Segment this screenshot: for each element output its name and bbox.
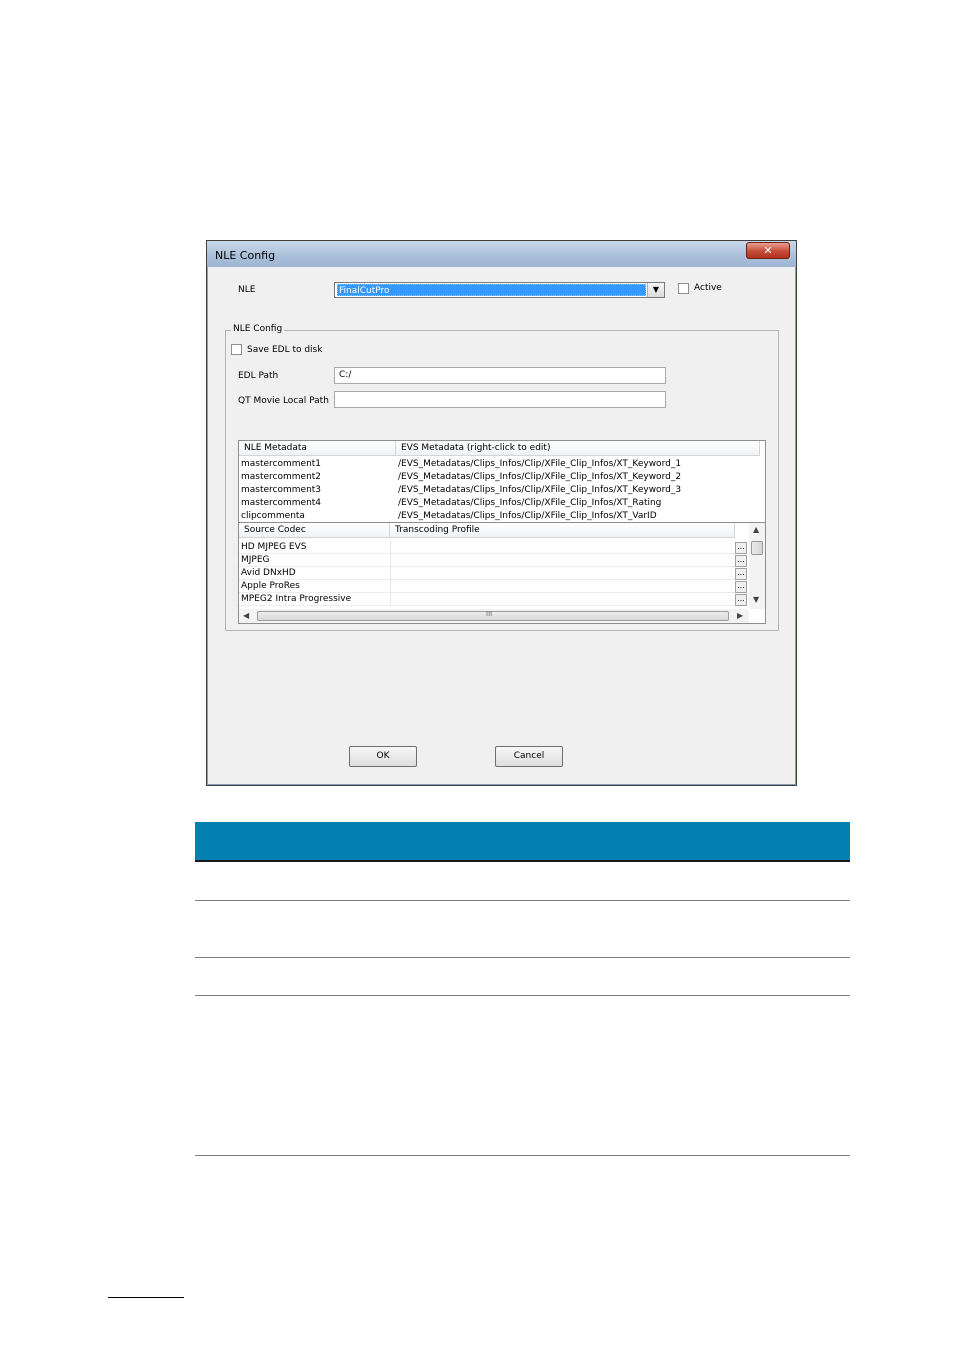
metadata-grid[interactable]: NLE Metadata EVS Metadata (right-click t… [238, 440, 766, 523]
edit-profile-button[interactable]: ... [735, 555, 747, 567]
source-codec-cell: MPEG2 Intra Progressive [241, 594, 352, 604]
nle-label: NLE [238, 285, 256, 295]
nle-metadata-cell: mastercomment1 [241, 459, 322, 469]
evs-metadata-cell: /EVS_Metadatas/Clips_Infos/Clip/XFile_Cl… [398, 498, 662, 508]
qt-path-input[interactable] [334, 391, 666, 408]
evs-metadata-cell: /EVS_Metadatas/Clips_Infos/Clip/XFile_Cl… [398, 485, 682, 495]
window-title: NLE Config [215, 249, 276, 262]
scroll-thumb[interactable] [751, 541, 763, 555]
table-row[interactable]: MJPEG [239, 554, 735, 567]
source-codec-cell: HD MJPEG EVS [241, 542, 307, 552]
scroll-left-icon[interactable]: ◀ [243, 611, 249, 620]
table-row-divider [195, 995, 850, 996]
edl-path-input[interactable]: C:/ [334, 367, 666, 384]
save-edl-label: Save EDL to disk [247, 345, 323, 355]
edit-profile-button[interactable]: ... [735, 594, 747, 606]
table-row-divider [195, 957, 850, 958]
footer-rule [108, 1297, 184, 1298]
edit-profile-button[interactable]: ... [735, 542, 747, 554]
table-header-divider [195, 860, 850, 862]
nle-metadata-cell: mastercomment2 [241, 472, 322, 482]
title-bar[interactable] [207, 241, 796, 267]
source-codec-cell: MJPEG [241, 555, 270, 565]
close-icon: ✕ [763, 244, 773, 257]
horizontal-scrollbar[interactable]: ◀ III ▶ [239, 609, 749, 623]
close-button[interactable]: ✕ [746, 242, 790, 259]
active-label: Active [694, 283, 722, 293]
table-row-divider [195, 1155, 850, 1156]
column-header-nle-metadata[interactable]: NLE Metadata [239, 441, 396, 456]
table-header-bar [195, 822, 850, 860]
nle-metadata-cell: mastercomment3 [241, 485, 322, 495]
edit-profile-button[interactable]: ... [735, 581, 747, 593]
table-row-divider [195, 900, 850, 901]
source-codec-cell: Apple ProRes [241, 581, 300, 591]
column-header-transcoding-profile[interactable]: Transcoding Profile [390, 523, 735, 538]
horizontal-scroll-thumb[interactable]: III [257, 610, 729, 621]
codec-grid[interactable]: Source Codec Transcoding Profile HD MJPE… [238, 522, 766, 624]
nle-selected-value: FinalCutPro [337, 284, 646, 296]
table-row[interactable]: mastercomment4 /EVS_Metadatas/Clips_Info… [239, 497, 765, 510]
table-row[interactable]: HD MJPEG EVS [239, 541, 735, 554]
qt-path-label: QT Movie Local Path [238, 396, 329, 406]
table-row[interactable]: Apple ProRes [239, 580, 735, 593]
scroll-right-icon[interactable]: ▶ [737, 611, 743, 620]
table-row[interactable]: mastercomment1 /EVS_Metadatas/Clips_Info… [239, 458, 765, 471]
chevron-down-icon[interactable]: ▼ [647, 283, 664, 297]
nle-select[interactable]: FinalCutPro ▼ [334, 282, 665, 298]
column-header-source-codec[interactable]: Source Codec [239, 523, 390, 538]
scroll-grip-icon: III [486, 610, 493, 618]
scroll-up-icon[interactable]: ▲ [753, 525, 759, 534]
save-edl-checkbox[interactable] [231, 344, 242, 355]
group-legend: NLE Config [231, 324, 285, 334]
table-row[interactable]: mastercomment2 /EVS_Metadatas/Clips_Info… [239, 471, 765, 484]
nle-metadata-cell: mastercomment4 [241, 498, 322, 508]
table-row[interactable]: MPEG2 Intra Progressive [239, 593, 735, 606]
vertical-scrollbar[interactable]: ▲ ▼ [749, 523, 765, 609]
table-row[interactable]: Avid DNxHD [239, 567, 735, 580]
evs-metadata-cell: /EVS_Metadatas/Clips_Infos/Clip/XFile_Cl… [398, 459, 682, 469]
table-row[interactable]: mastercomment3 /EVS_Metadatas/Clips_Info… [239, 484, 765, 497]
active-checkbox[interactable] [678, 283, 689, 294]
edit-profile-button[interactable]: ... [735, 568, 747, 580]
ok-button[interactable]: OK [349, 746, 417, 767]
column-header-evs-metadata[interactable]: EVS Metadata (right-click to edit) [396, 441, 760, 456]
edl-path-label: EDL Path [238, 371, 279, 381]
source-codec-cell: Avid DNxHD [241, 568, 296, 578]
scroll-down-icon[interactable]: ▼ [753, 595, 759, 604]
cancel-button[interactable]: Cancel [495, 746, 563, 767]
evs-metadata-cell: /EVS_Metadatas/Clips_Infos/Clip/XFile_Cl… [398, 472, 682, 482]
